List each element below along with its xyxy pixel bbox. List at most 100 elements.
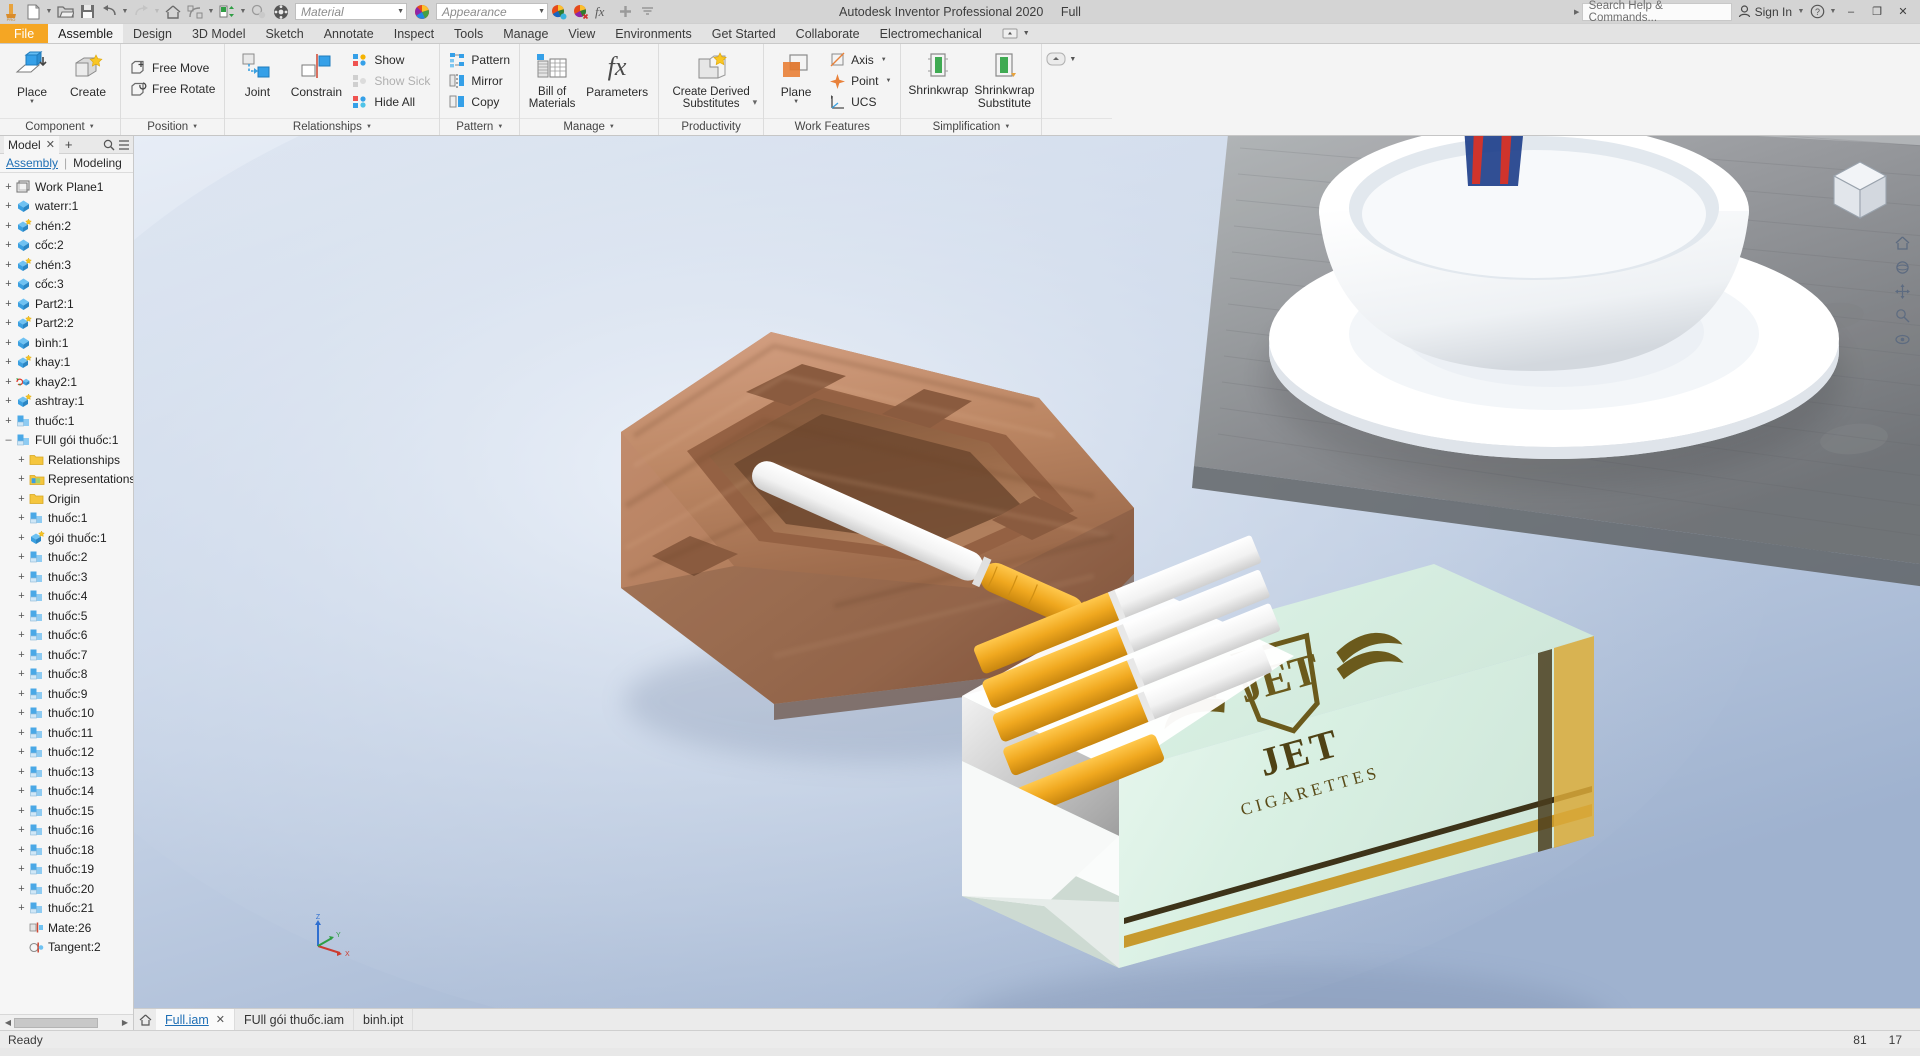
3d-viewport[interactable]: JET JET CIGARETTES Z X Y Full.iam ✕ FUll…	[134, 136, 1920, 1030]
tree-node[interactable]: + thuốc:14	[0, 782, 133, 802]
panel-title-component[interactable]: Component ▼	[0, 118, 120, 135]
panel-component-caret[interactable]: ▼	[89, 124, 95, 130]
panel-position-caret[interactable]: ▼	[192, 124, 198, 130]
tree-expand-toggle[interactable]: +	[15, 551, 28, 563]
appearance-combo[interactable]: Appearance ▼	[436, 3, 548, 20]
tree-node[interactable]: Tangent:2	[0, 938, 133, 958]
panel-relationships-caret[interactable]: ▼	[366, 124, 372, 130]
show-relationships-button[interactable]: Show	[347, 49, 435, 70]
tree-expand-toggle[interactable]: +	[2, 278, 15, 290]
appearance-wheel-icon[interactable]	[411, 1, 433, 23]
panel-title-relationships[interactable]: Relationships ▼	[225, 118, 440, 135]
work-point-button[interactable]: Point ▼	[824, 70, 896, 91]
ribbon-tab-3d-model[interactable]: 3D Model	[182, 24, 256, 43]
browser-horizontal-scrollbar[interactable]: ◀ ▶	[0, 1014, 133, 1030]
tree-node[interactable]: – FUll gói thuốc:1	[0, 431, 133, 451]
sign-in-button[interactable]: Sign In	[1738, 5, 1792, 19]
tree-node[interactable]: + chén:3	[0, 255, 133, 275]
material-wheel-icon[interactable]	[270, 1, 292, 23]
tree-expand-toggle[interactable]: +	[15, 902, 28, 914]
tree-node[interactable]: + bình:1	[0, 333, 133, 353]
qat-overflow-icon[interactable]	[636, 1, 658, 23]
tree-node[interactable]: + khay:1	[0, 353, 133, 373]
update-icon[interactable]	[216, 1, 238, 23]
tree-expand-toggle[interactable]: +	[2, 200, 15, 212]
close-button[interactable]: ✕	[1890, 1, 1916, 23]
tree-expand-toggle[interactable]: +	[15, 590, 28, 602]
undo-dropdown-caret[interactable]: ▼	[120, 8, 130, 15]
create-component-button[interactable]: Create	[60, 47, 116, 99]
adjust-appearance-icon[interactable]	[548, 1, 570, 23]
shrinkwrap-substitute-button[interactable]: Shrinkwrap Substitute	[971, 47, 1037, 109]
hide-all-button[interactable]: Hide All	[347, 91, 435, 112]
update-dropdown-caret[interactable]: ▼	[238, 8, 248, 15]
tree-node[interactable]: + thuốc:7	[0, 645, 133, 665]
tree-expand-toggle[interactable]: +	[2, 220, 15, 232]
ribbon-trailing-overflow[interactable]: ▼	[1042, 44, 1113, 135]
document-tab-close-icon[interactable]: ✕	[216, 1013, 225, 1026]
ribbon-tab-electromechanical[interactable]: Electromechanical	[870, 24, 992, 43]
tree-expand-toggle[interactable]: +	[15, 766, 28, 778]
help-icon[interactable]: ?	[1806, 1, 1828, 23]
tree-node[interactable]: + Representations	[0, 470, 133, 490]
tree-expand-toggle[interactable]: +	[2, 376, 15, 388]
tree-node[interactable]: + thuốc:6	[0, 626, 133, 646]
orbit-icon[interactable]	[1895, 260, 1910, 275]
ribbon-tab-environments[interactable]: Environments	[605, 24, 701, 43]
tree-expand-toggle[interactable]: +	[2, 181, 15, 193]
constrain-button[interactable]: Constrain	[285, 47, 347, 99]
tree-expand-toggle[interactable]: +	[2, 259, 15, 271]
tree-node[interactable]: + Origin	[0, 489, 133, 509]
browser-menu-icon[interactable]	[118, 139, 130, 151]
scroll-left-arrow[interactable]: ◀	[2, 1018, 14, 1027]
tree-node[interactable]: + thuốc:1	[0, 411, 133, 431]
ribbon-tab-sketch[interactable]: Sketch	[255, 24, 313, 43]
tree-expand-toggle[interactable]: +	[2, 356, 15, 368]
tree-node[interactable]: + ashtray:1	[0, 392, 133, 412]
return-icon[interactable]	[184, 1, 206, 23]
sign-in-caret[interactable]: ▼	[1796, 8, 1806, 15]
panel-title-position[interactable]: Position ▼	[121, 118, 225, 135]
look-at-icon[interactable]	[1894, 332, 1910, 347]
new-file-dropdown-caret[interactable]: ▼	[44, 8, 54, 15]
filter-modeling[interactable]: Modeling	[73, 156, 122, 170]
tree-expand-toggle[interactable]: +	[15, 805, 28, 817]
tree-node[interactable]: + thuốc:20	[0, 879, 133, 899]
ribbon-tab-design[interactable]: Design	[123, 24, 182, 43]
work-axis-button[interactable]: Axis ▼	[824, 49, 896, 70]
ribbon-trailing-caret[interactable]: ▼	[1069, 56, 1076, 63]
tree-node[interactable]: + thuốc:5	[0, 606, 133, 626]
ribbon-tab-collaborate[interactable]: Collaborate	[786, 24, 870, 43]
panel-title-manage[interactable]: Manage ▼	[520, 118, 659, 135]
tree-node[interactable]: + Part2:2	[0, 314, 133, 334]
ribbon-tab-manage[interactable]: Manage	[493, 24, 558, 43]
work-plane-dropdown[interactable]: ▼	[793, 99, 799, 105]
pattern-button[interactable]: Pattern	[444, 49, 515, 70]
tree-node[interactable]: + Relationships	[0, 450, 133, 470]
tree-expand-toggle[interactable]: +	[2, 337, 15, 349]
tree-expand-toggle[interactable]: +	[2, 395, 15, 407]
tree-node[interactable]: + thuốc:13	[0, 762, 133, 782]
help-caret[interactable]: ▼	[1828, 8, 1838, 15]
ribbon-tab-assemble[interactable]: Assemble	[48, 24, 124, 43]
tree-expand-toggle[interactable]: +	[15, 824, 28, 836]
document-tab-full-iam[interactable]: Full.iam ✕	[156, 1009, 235, 1030]
search-expand-caret[interactable]: ▶	[1572, 8, 1582, 16]
tree-node[interactable]: + thuốc:16	[0, 821, 133, 841]
ribbon-tab-view[interactable]: View	[558, 24, 605, 43]
ribbon-tab-get-started[interactable]: Get Started	[702, 24, 786, 43]
ribbon-overflow-caret[interactable]: ▼	[1023, 30, 1030, 37]
ribbon-overflow-button[interactable]: ▼	[992, 24, 1040, 43]
inventor-logo-icon[interactable]: PRO	[0, 1, 22, 23]
tree-expand-toggle[interactable]: +	[15, 532, 28, 544]
tree-expand-toggle[interactable]: +	[15, 473, 28, 485]
appearance-combo-arrow[interactable]: ▼	[538, 8, 545, 15]
search-icon[interactable]	[103, 139, 115, 151]
material-combo[interactable]: Material ▼	[295, 3, 407, 20]
open-folder-icon[interactable]	[54, 1, 76, 23]
ucs-button[interactable]: UCS	[824, 91, 896, 112]
place-component-dropdown[interactable]: ▼	[29, 99, 35, 105]
tree-node[interactable]: + gói thuốc:1	[0, 528, 133, 548]
tree-node[interactable]: + thuốc:3	[0, 567, 133, 587]
minimize-button[interactable]: –	[1838, 1, 1864, 23]
